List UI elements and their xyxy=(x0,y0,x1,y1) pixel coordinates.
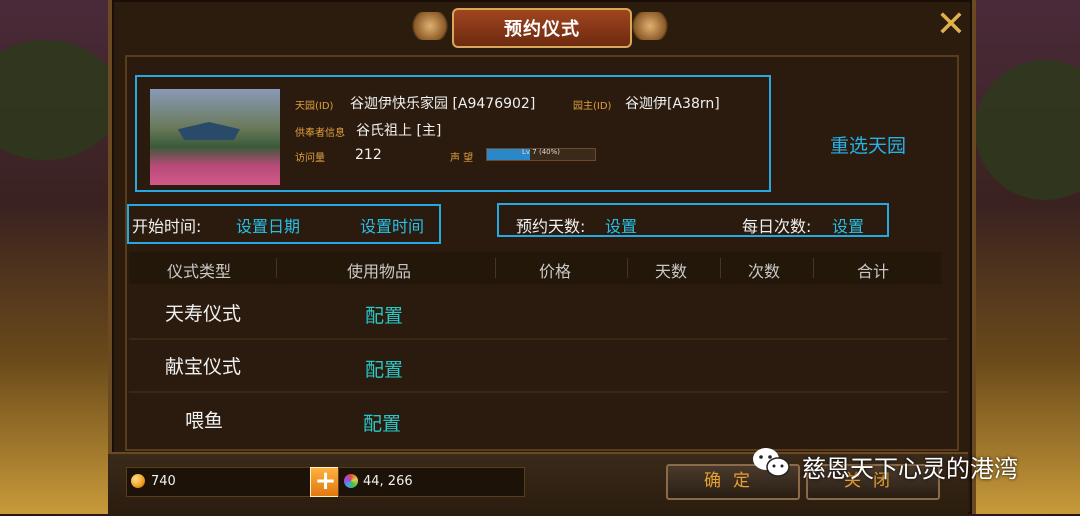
title-ornament-right xyxy=(628,12,672,40)
visits-value: 212 xyxy=(355,147,382,163)
table-header xyxy=(129,252,941,284)
reservation-days-button[interactable]: 设置 xyxy=(605,213,637,237)
header-item: 使用物品 xyxy=(347,262,412,281)
plus-icon[interactable]: + xyxy=(310,467,341,497)
gem-icon xyxy=(344,474,358,488)
header-divider xyxy=(720,258,721,278)
owner-label: 园主(ID) xyxy=(573,101,612,112)
ritual-type: 喂鱼 xyxy=(185,410,224,432)
gold-amount: 740 xyxy=(151,474,176,489)
watermark-text: 慈恩天下心灵的港湾 xyxy=(802,455,1018,483)
header-divider xyxy=(495,258,496,278)
worshipper-value: 谷氏祖上 [主] xyxy=(356,123,442,139)
reservation-days-label: 预约天数: xyxy=(516,217,586,236)
set-date-button[interactable]: 设置日期 xyxy=(236,213,300,237)
dialog-title: 预约仪式 xyxy=(452,8,632,48)
reputation-label: 声 望 xyxy=(450,153,474,164)
gold-coin-icon xyxy=(131,474,145,488)
wechat-icon xyxy=(753,448,790,477)
reselect-garden-button[interactable]: 重选天园 xyxy=(830,131,906,158)
reputation-text: Lv 7 (40%) xyxy=(522,148,560,156)
header-divider xyxy=(627,258,628,278)
ritual-type: 献宝仪式 xyxy=(165,356,242,378)
daily-count-label: 每日次数: xyxy=(742,217,812,236)
worshipper-label: 供奉者信息 xyxy=(295,128,345,139)
configure-button[interactable]: 配置 xyxy=(363,409,401,436)
reputation-bar: Lv 7 (40%) xyxy=(486,148,596,161)
configure-button[interactable]: 配置 xyxy=(365,301,403,328)
configure-button[interactable]: 配置 xyxy=(365,355,403,382)
header-divider xyxy=(276,258,277,278)
header-days: 天数 xyxy=(655,262,688,281)
header-total: 合计 xyxy=(857,262,890,281)
header-divider xyxy=(813,258,814,278)
table-row xyxy=(129,340,947,393)
header-ritual-type: 仪式类型 xyxy=(167,262,232,281)
ritual-type: 天寿仪式 xyxy=(165,303,242,325)
title-ornament-left xyxy=(408,12,452,40)
daily-count-button[interactable]: 设置 xyxy=(832,213,864,237)
visits-label: 访问量 xyxy=(295,153,325,164)
header-count: 次数 xyxy=(748,262,781,281)
header-price: 价格 xyxy=(539,262,572,281)
start-time-label: 开始时间: xyxy=(132,217,202,236)
garden-id-value: 谷迦伊快乐家园 [A9476902] xyxy=(350,96,536,112)
gem-amount: 44, 266 xyxy=(363,474,413,489)
table-row xyxy=(129,393,947,444)
set-time-button[interactable]: 设置时间 xyxy=(360,213,424,237)
garden-id-label: 天园(ID) xyxy=(295,101,334,112)
close-icon[interactable]: ✕ xyxy=(934,7,968,43)
table-row xyxy=(129,287,947,340)
dialog-title-text: 预约仪式 xyxy=(504,19,580,40)
owner-value: 谷迦伊[A38rn] xyxy=(625,96,720,112)
